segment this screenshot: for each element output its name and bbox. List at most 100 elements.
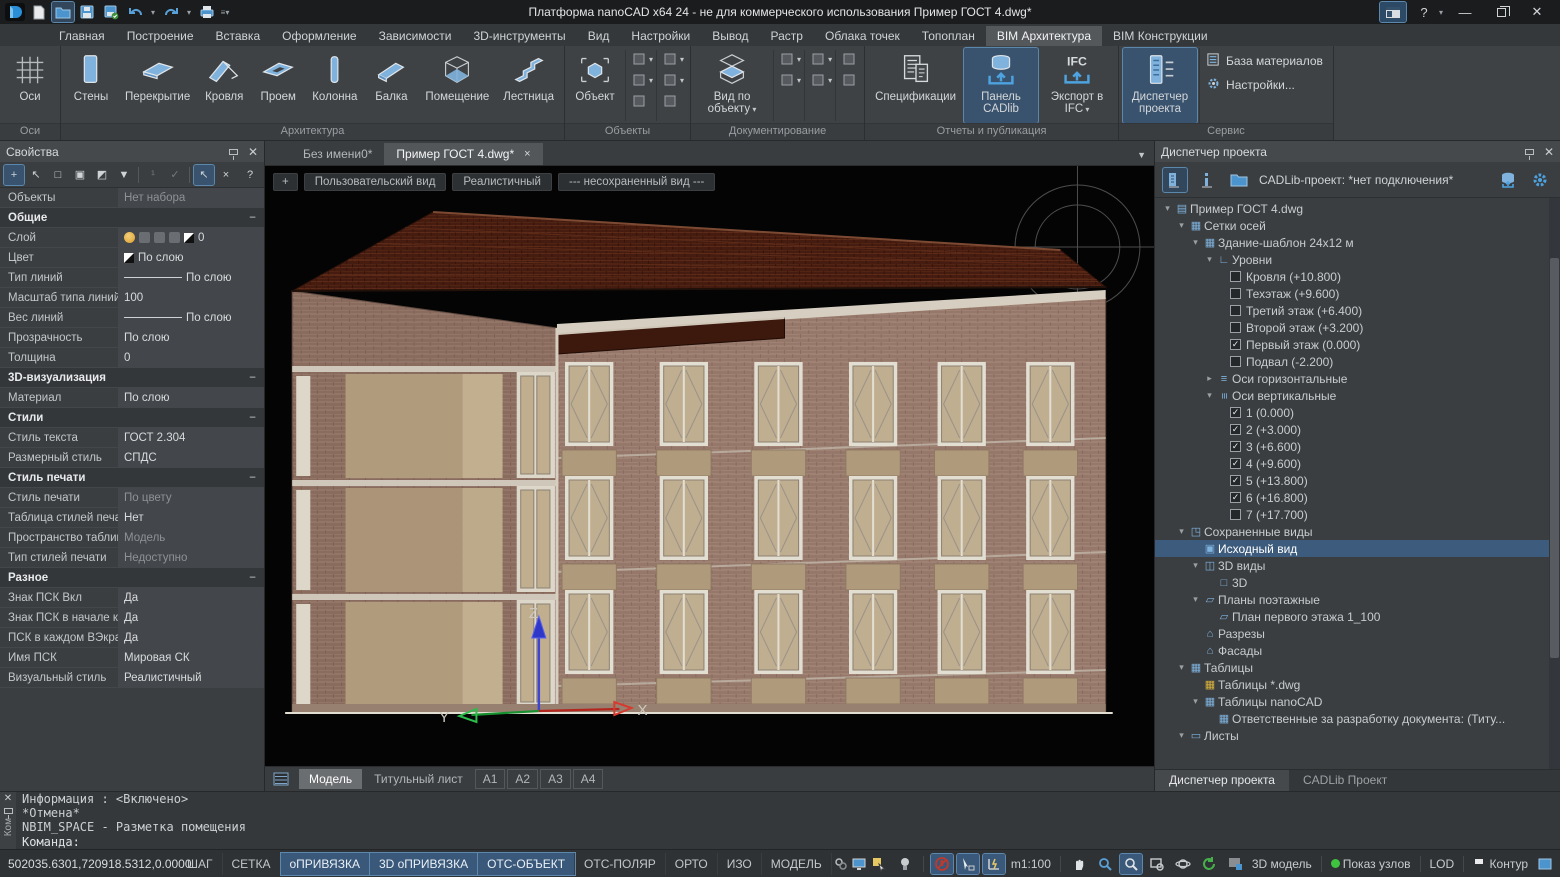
- drawing-viewport[interactable]: +Пользовательский видРеалистичный--- нес…: [265, 166, 1154, 766]
- tree-item-7-17-700[interactable]: 7 (+17.700): [1155, 506, 1560, 523]
- tree-item-3d-виды[interactable]: ▾◫3D виды: [1155, 557, 1560, 574]
- property-value[interactable]: По слою: [118, 388, 264, 407]
- monitor-icon[interactable]: [850, 854, 868, 874]
- ribbon-button-помещение[interactable]: Помещение: [419, 48, 495, 123]
- property-value[interactable]: 100: [118, 288, 264, 307]
- viewport-control-реалистичный[interactable]: Реалистичный: [452, 173, 552, 191]
- layout-tab-модель[interactable]: Модель: [299, 769, 362, 789]
- status-toggle-сетка[interactable]: СЕТКА: [223, 853, 281, 875]
- tree-item-фасады[interactable]: ⌂Фасады: [1155, 642, 1560, 659]
- filter-tool[interactable]: ▼: [114, 165, 134, 185]
- tree-item-план-первого-этажа-1-100[interactable]: ▱План первого этажа 1_100: [1155, 608, 1560, 625]
- annotation-scale[interactable]: m1:100: [1009, 857, 1053, 871]
- project-info-icon[interactable]: [1195, 168, 1219, 192]
- tree-item-таблицы[interactable]: ▾▦Таблицы: [1155, 659, 1560, 676]
- status-toggle-шаг[interactable]: ШАГ: [178, 853, 223, 875]
- collapse-icon[interactable]: −: [249, 372, 264, 384]
- lod-toggle[interactable]: LOD: [1428, 857, 1457, 871]
- tree-expander-icon[interactable]: ▾: [1189, 594, 1202, 605]
- layer-on-icon[interactable]: [124, 232, 135, 243]
- tree-expander-icon[interactable]: ▾: [1175, 220, 1188, 231]
- database-export-icon[interactable]: [1496, 168, 1520, 192]
- collapse-icon[interactable]: −: [249, 212, 264, 224]
- doc-tool[interactable]: [840, 50, 858, 68]
- doc-tool[interactable]: ▾: [778, 50, 801, 68]
- viewport-control-несохраненный-вид[interactable]: --- несохраненный вид ---: [558, 173, 715, 191]
- doc-tool[interactable]: ▾: [809, 50, 832, 68]
- viewport-frame-icon[interactable]: [1534, 854, 1556, 874]
- close-icon[interactable]: ✕: [4, 794, 12, 804]
- ribbon-button-колонна[interactable]: Колонна: [306, 48, 363, 123]
- property-value[interactable]: СПДС: [118, 448, 264, 467]
- highlight-objects-icon[interactable]: [868, 854, 890, 874]
- pin-icon[interactable]: [1525, 149, 1534, 155]
- tree-checkbox[interactable]: ✓: [1230, 441, 1241, 452]
- tree-checkbox[interactable]: ✓: [1230, 424, 1241, 435]
- properties-section-разное[interactable]: Разное−: [0, 568, 264, 588]
- minimize-button[interactable]: —: [1448, 1, 1482, 23]
- apply-tool[interactable]: ✓: [165, 165, 185, 185]
- tree-item-пример-гост-4-dwg[interactable]: ▾▤Пример ГОСТ 4.dwg: [1155, 200, 1560, 217]
- contour-toggle[interactable]: Контур: [1471, 857, 1530, 871]
- tree-item-2-3-000[interactable]: ✓2 (+3.000): [1155, 421, 1560, 438]
- menu-tab-3d-инструменты[interactable]: 3D-инструменты: [462, 26, 576, 46]
- rect-select-tool[interactable]: □: [48, 165, 68, 185]
- ribbon-button-база-материалов[interactable]: База материалов: [1206, 52, 1323, 70]
- close-icon[interactable]: ✕: [1544, 146, 1554, 158]
- add-viewport-button[interactable]: +: [273, 173, 298, 191]
- project-structure-icon[interactable]: [1163, 168, 1187, 192]
- property-value[interactable]: Мировая СК: [118, 648, 264, 667]
- layout-list-icon[interactable]: [271, 771, 291, 787]
- property-value[interactable]: Нет: [118, 508, 264, 527]
- tree-expander-icon[interactable]: ▾: [1203, 254, 1216, 265]
- tree-expander-icon[interactable]: ▾: [1189, 560, 1202, 571]
- menu-tab-облака-точек[interactable]: Облака точек: [814, 26, 911, 46]
- property-value[interactable]: По цвету: [118, 488, 264, 507]
- ribbon-button-стены[interactable]: Стены: [65, 48, 117, 123]
- show-nodes-toggle[interactable]: Показ узлов: [1329, 857, 1413, 871]
- select-tool[interactable]: ↖: [26, 165, 46, 185]
- tree-item-листы[interactable]: ▾▭Листы: [1155, 727, 1560, 744]
- ribbon-button-объект[interactable]: Объект: [569, 48, 621, 123]
- layer-print-icon[interactable]: [169, 232, 180, 243]
- property-value[interactable]: По слою: [118, 308, 264, 327]
- menu-tab-главная[interactable]: Главная: [48, 26, 116, 46]
- model-mode-label[interactable]: 3D модель: [1250, 857, 1314, 871]
- collapse-icon[interactable]: −: [249, 412, 264, 424]
- properties-section-стиль-печати[interactable]: Стиль печати−: [0, 468, 264, 488]
- ribbon-button-настройки[interactable]: Настройки...: [1206, 76, 1323, 94]
- open-project-folder-icon[interactable]: [1227, 168, 1251, 192]
- layer-freeze-icon[interactable]: [139, 232, 150, 243]
- tree-expander-icon[interactable]: ▾: [1175, 526, 1188, 537]
- tree-item-1-0-000[interactable]: ✓1 (0.000): [1155, 404, 1560, 421]
- tree-item-здание-шаблон-24x12-м[interactable]: ▾▦Здание-шаблон 24x12 м: [1155, 234, 1560, 251]
- tree-expander-icon[interactable]: ▾: [1189, 237, 1202, 248]
- properties-section-общие[interactable]: Общие−: [0, 208, 264, 228]
- command-prompt[interactable]: Команда:: [22, 834, 1554, 849]
- tree-checkbox[interactable]: ✓: [1230, 407, 1241, 418]
- tree-item-второй-этаж-3-200[interactable]: Второй этаж (+3.200): [1155, 319, 1560, 336]
- layer-lock-icon[interactable]: [154, 232, 165, 243]
- menu-tab-зависимости[interactable]: Зависимости: [368, 26, 463, 46]
- app-logo-icon[interactable]: [4, 2, 26, 22]
- tree-item-уровни[interactable]: ▾∟Уровни: [1155, 251, 1560, 268]
- help-button[interactable]: ?: [1414, 1, 1434, 23]
- ribbon-button-панель-cadlib[interactable]: Панель CADlib: [964, 48, 1038, 123]
- properties-section-3d-визуализация[interactable]: 3D-визуализация−: [0, 368, 264, 388]
- ribbon-button-балка[interactable]: Балка: [365, 48, 417, 123]
- document-list-caret-icon[interactable]: ▼: [1137, 150, 1146, 160]
- tree-expander-icon[interactable]: ▸: [1203, 373, 1216, 384]
- tree-item-6-16-800[interactable]: ✓6 (+16.800): [1155, 489, 1560, 506]
- tree-item-4-9-600[interactable]: ✓4 (+9.600): [1155, 455, 1560, 472]
- tree-item-таблицы-dwg[interactable]: ▦Таблицы *.dwg: [1155, 676, 1560, 693]
- tree-checkbox[interactable]: [1230, 509, 1241, 520]
- dynamic-ucs-icon[interactable]: [983, 854, 1005, 874]
- qat-customize-caret-icon[interactable]: ≡▾: [220, 8, 230, 17]
- property-value[interactable]: Да: [118, 608, 264, 627]
- pin-icon[interactable]: [4, 808, 13, 814]
- tree-item-5-13-800[interactable]: ✓5 (+13.800): [1155, 472, 1560, 489]
- tree-item-первый-этаж-0-000[interactable]: ✓Первый этаж (0.000): [1155, 336, 1560, 353]
- layout-tab-a2[interactable]: A2: [507, 769, 538, 789]
- status-toggle-изо[interactable]: ИЗО: [718, 853, 762, 875]
- document-tab-без-имени0[interactable]: Без имени0*: [291, 143, 384, 165]
